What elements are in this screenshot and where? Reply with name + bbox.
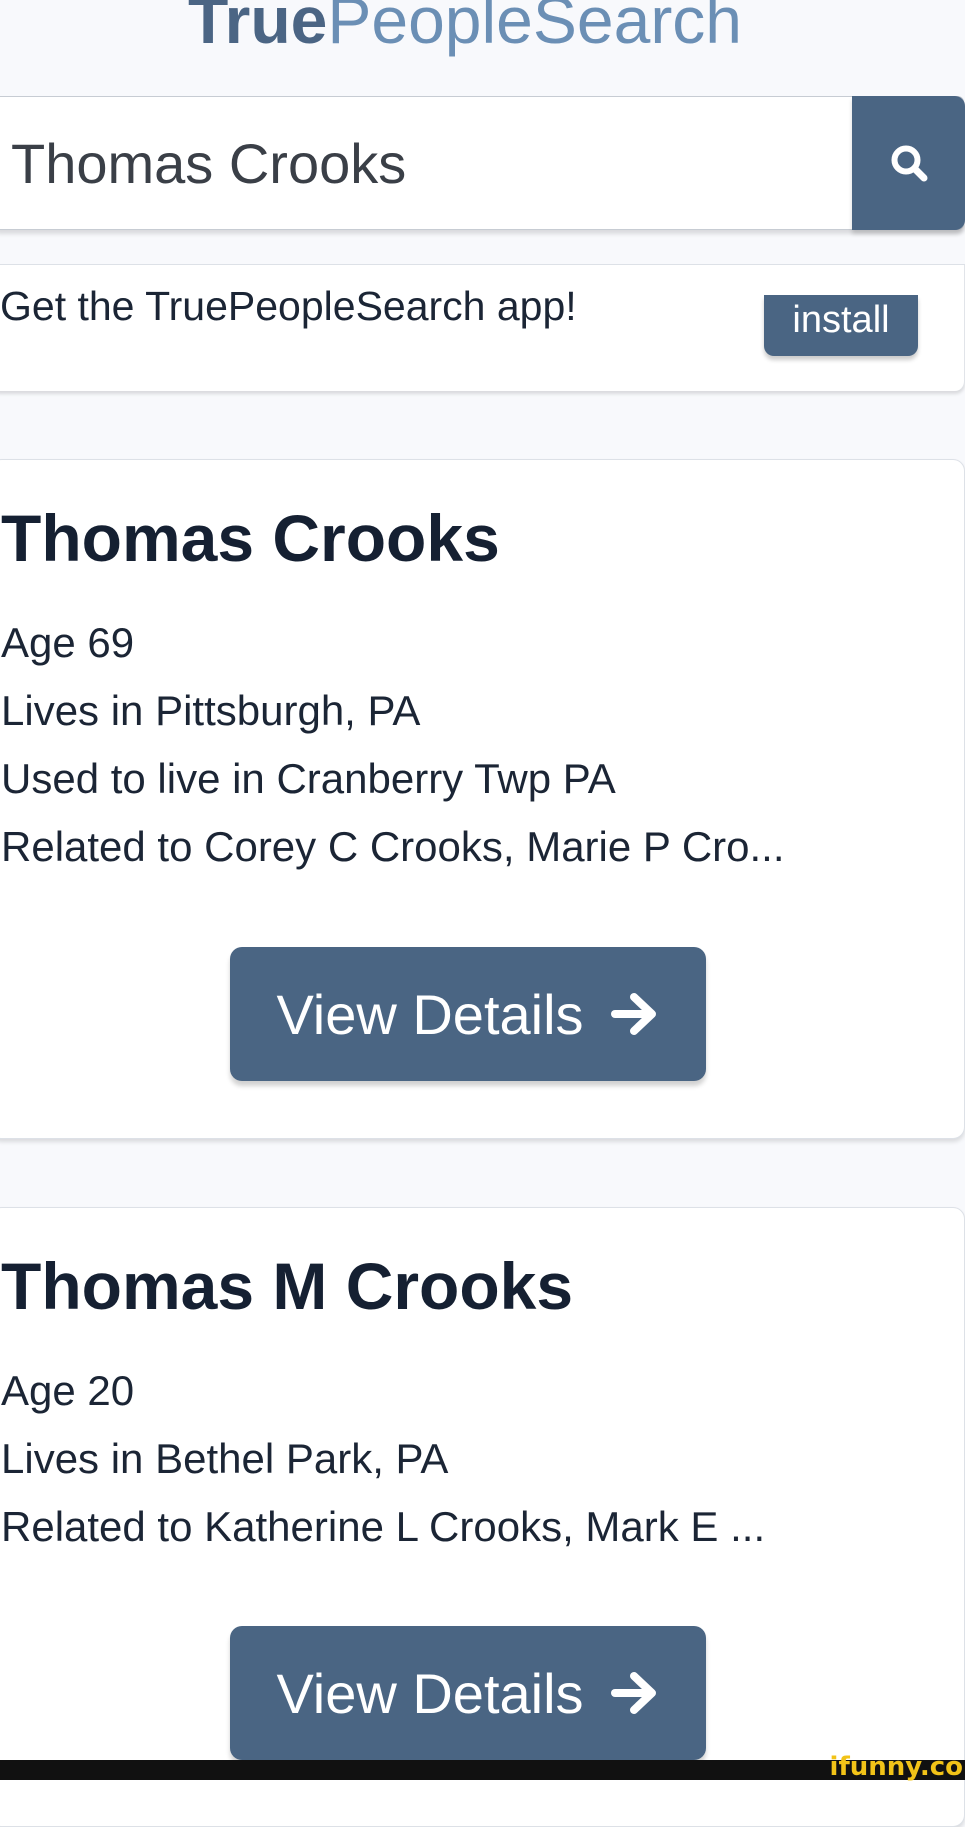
ifunny-watermark: ifunny.co <box>829 1752 963 1782</box>
person-current-location: Lives in Bethel Park, PA <box>1 1435 449 1482</box>
site-logo[interactable]: TruePeopleSearch <box>0 0 930 62</box>
arrow-right-icon <box>610 993 656 1035</box>
search-icon <box>891 145 927 182</box>
arrow-right-icon <box>610 1672 656 1714</box>
person-age: Age 20 <box>1 1367 135 1414</box>
person-name[interactable]: Thomas Crooks <box>1 498 500 578</box>
person-current-location: Lives in Pittsburgh, PA <box>1 687 421 734</box>
person-age: Age 69 <box>1 619 135 666</box>
app-banner: Get the TruePeopleSearch app! install <box>0 265 965 391</box>
app-banner-text: Get the TruePeopleSearch app! <box>0 283 577 329</box>
logo-regular-text: PeopleSearch <box>327 0 743 57</box>
install-button[interactable]: install <box>764 295 918 356</box>
view-details-label: View Details <box>276 1661 584 1725</box>
logo-bold-text: True <box>187 0 328 57</box>
result-card: Thomas Crooks Age 69 Lives in Pittsburgh… <box>0 459 965 1139</box>
view-details-label: View Details <box>276 982 584 1046</box>
view-details-button[interactable]: View Details <box>230 947 706 1081</box>
search-button[interactable] <box>852 96 965 230</box>
search-bar <box>0 96 964 230</box>
person-relatives: Related to Katherine L Crooks, Mark E ..… <box>1 1503 766 1550</box>
search-input[interactable] <box>1 97 841 229</box>
person-relatives: Related to Corey C Crooks, Marie P Cro..… <box>1 823 785 870</box>
view-details-button[interactable]: View Details <box>230 1626 706 1760</box>
watermark-strip <box>0 1760 965 1780</box>
person-name[interactable]: Thomas M Crooks <box>1 1246 573 1326</box>
result-card: Thomas M Crooks Age 20 Lives in Bethel P… <box>0 1207 965 1827</box>
person-previous-location: Used to live in Cranberry Twp PA <box>1 755 616 802</box>
